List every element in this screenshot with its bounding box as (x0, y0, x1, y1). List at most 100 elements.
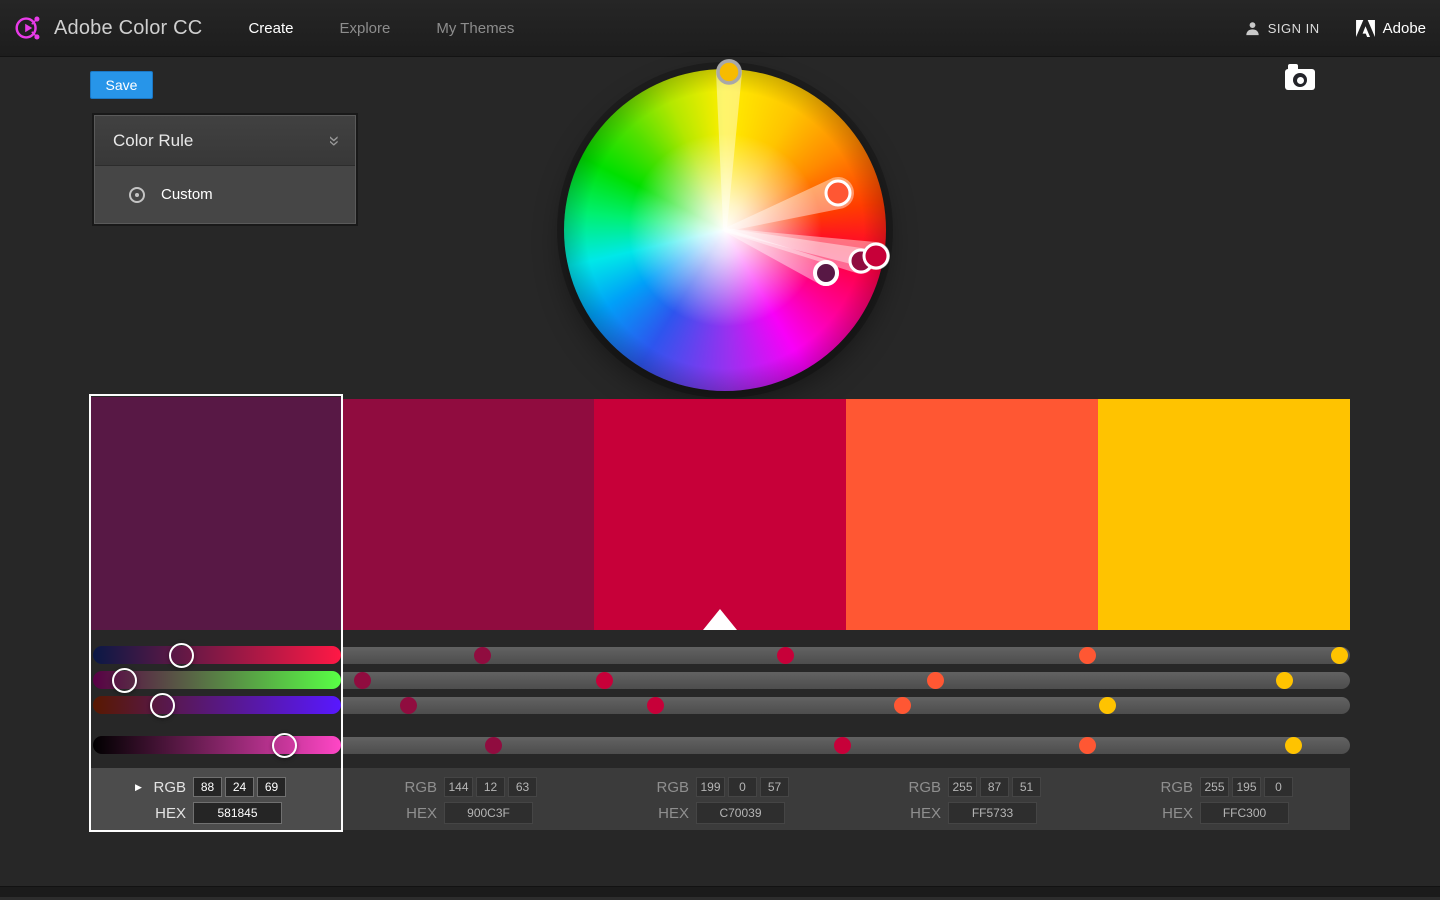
color-rule-header[interactable]: Color Rule » (95, 116, 355, 166)
slider-dot-FF5733[interactable] (927, 672, 944, 689)
rgb-input-g[interactable]: 195 (1232, 777, 1261, 797)
slider-dot-900C3F[interactable] (474, 647, 491, 664)
slider-dot-C70039[interactable] (834, 737, 851, 754)
rgb-label: RGB (400, 779, 437, 796)
yellow-marker[interactable] (718, 61, 740, 83)
slider-dot-C70039[interactable] (777, 647, 794, 664)
nav-tab-my-themes[interactable]: My Themes (436, 20, 514, 37)
rgb-input-g[interactable]: 0 (728, 777, 757, 797)
rgb-label: RGB (904, 779, 941, 796)
create-from-image-button[interactable] (1285, 62, 1315, 91)
rgb-input-b[interactable]: 57 (760, 777, 789, 797)
top-nav-bar: Adobe Color CC Create Explore My Themes … (0, 0, 1440, 57)
rgb-input-g[interactable]: 12 (476, 777, 505, 797)
save-button[interactable]: Save (90, 71, 153, 99)
slider-dot-FF5733[interactable] (1079, 647, 1096, 664)
channel-track-row-1[interactable] (342, 647, 1350, 664)
slider-dot-FFC300[interactable] (1331, 647, 1348, 664)
hex-input[interactable]: 581845 (193, 802, 282, 824)
hex-label: HEX (904, 805, 941, 822)
sign-in-button[interactable]: SIGN IN (1245, 21, 1320, 36)
rgb-row: RGB 1441263 (400, 776, 594, 798)
rgb-input-b[interactable]: 0 (1264, 777, 1293, 797)
user-icon (1245, 21, 1260, 36)
rgb-input-r[interactable]: 199 (696, 777, 725, 797)
slider-dot-C70039[interactable] (647, 697, 664, 714)
rgb-input-r[interactable]: 255 (1200, 777, 1229, 797)
orange-marker[interactable] (826, 181, 850, 205)
channel-track-row-2[interactable] (342, 672, 1350, 689)
hex-input[interactable]: 900C3F (444, 802, 533, 824)
swatch-C70039[interactable] (594, 399, 846, 630)
hex-row: HEX FF5733 (904, 802, 1098, 824)
swatch-FFC300[interactable] (1098, 399, 1350, 630)
crimson-marker[interactable] (864, 244, 888, 268)
adobe-color-logo-icon (12, 12, 44, 44)
color-wheel[interactable] (555, 60, 895, 400)
hex-label: HEX (149, 805, 186, 822)
custom-rule-radio-icon (129, 187, 145, 203)
hex-row: HEX FFC300 (1156, 802, 1350, 824)
hex-input[interactable]: FFC300 (1200, 802, 1289, 824)
app-title: Adobe Color CC (54, 17, 202, 40)
rgb-input-r[interactable]: 255 (948, 777, 977, 797)
swatch-FF5733[interactable] (846, 399, 1098, 630)
slider-dot-900C3F[interactable] (400, 697, 417, 714)
adobe-label: Adobe (1383, 20, 1426, 37)
rgb-input-b[interactable]: 63 (508, 777, 537, 797)
red-slider-handle[interactable] (169, 643, 194, 668)
disclosure-triangle-icon[interactable]: ▶ (135, 782, 142, 793)
color-values-FFC300: RGB 2551950 HEX FFC300 (1098, 768, 1350, 830)
brightness-slider[interactable] (93, 736, 341, 754)
color-values-581845: ▶RGB882469HEX581845 (91, 768, 341, 830)
adobe-link[interactable]: Adobe (1356, 20, 1426, 37)
swatch-581845[interactable] (91, 397, 341, 630)
rgb-row: RGB 2558751 (904, 776, 1098, 798)
rgb-input-g[interactable]: 87 (980, 777, 1009, 797)
red-slider[interactable] (93, 646, 341, 664)
nav-tab-create[interactable]: Create (248, 20, 293, 37)
rgb-input-r[interactable]: 144 (444, 777, 473, 797)
slider-dot-FFC300[interactable] (1285, 737, 1302, 754)
top-right-group: SIGN IN Adobe (1245, 20, 1426, 37)
slider-dot-FFC300[interactable] (1276, 672, 1293, 689)
rgb-input-b[interactable]: 69 (257, 777, 286, 797)
color-rule-title: Color Rule (113, 131, 328, 151)
color-values-C70039: RGB199057 HEX C70039 (594, 768, 846, 830)
purple-marker[interactable] (815, 262, 837, 284)
hex-label: HEX (1156, 805, 1193, 822)
blue-slider-handle[interactable] (150, 693, 175, 718)
color-wheel-markers-overlay (555, 60, 895, 400)
hex-row: HEX 581845 (149, 802, 341, 824)
slider-dot-FF5733[interactable] (894, 697, 911, 714)
rgb-label: RGB (1156, 779, 1193, 796)
brightness-slider-handle[interactable] (272, 733, 297, 758)
slider-dot-900C3F[interactable] (485, 737, 502, 754)
color-rule-selected-row[interactable]: Custom (95, 166, 355, 223)
rgb-row: RGB 2551950 (1156, 776, 1350, 798)
channel-track-row-3[interactable] (342, 697, 1350, 714)
brand: Adobe Color CC (12, 12, 202, 44)
hex-label: HEX (652, 805, 689, 822)
hex-label: HEX (400, 805, 437, 822)
green-slider-handle[interactable] (112, 668, 137, 693)
sign-in-label: SIGN IN (1268, 21, 1320, 36)
slider-dot-900C3F[interactable] (354, 672, 371, 689)
hex-input[interactable]: C70039 (696, 802, 785, 824)
footer-bar (0, 886, 1440, 900)
rgb-input-g[interactable]: 24 (225, 777, 254, 797)
slider-dot-FF5733[interactable] (1079, 737, 1096, 754)
rgb-input-b[interactable]: 51 (1012, 777, 1041, 797)
color-rule-option-label: Custom (161, 186, 213, 203)
hex-input[interactable]: FF5733 (948, 802, 1037, 824)
slider-dot-C70039[interactable] (596, 672, 613, 689)
color-values-FF5733: RGB 2558751 HEX FF5733 (846, 768, 1098, 830)
swatch-900C3F[interactable] (342, 399, 594, 630)
active-swatch-pointer-icon (703, 609, 737, 630)
nav-tab-explore[interactable]: Explore (339, 20, 390, 37)
rgb-input-r[interactable]: 88 (193, 777, 222, 797)
blue-slider[interactable] (93, 696, 341, 714)
slider-dot-FFC300[interactable] (1099, 697, 1116, 714)
hex-row: HEX 900C3F (400, 802, 594, 824)
rgb-row: RGB199057 (652, 776, 846, 798)
